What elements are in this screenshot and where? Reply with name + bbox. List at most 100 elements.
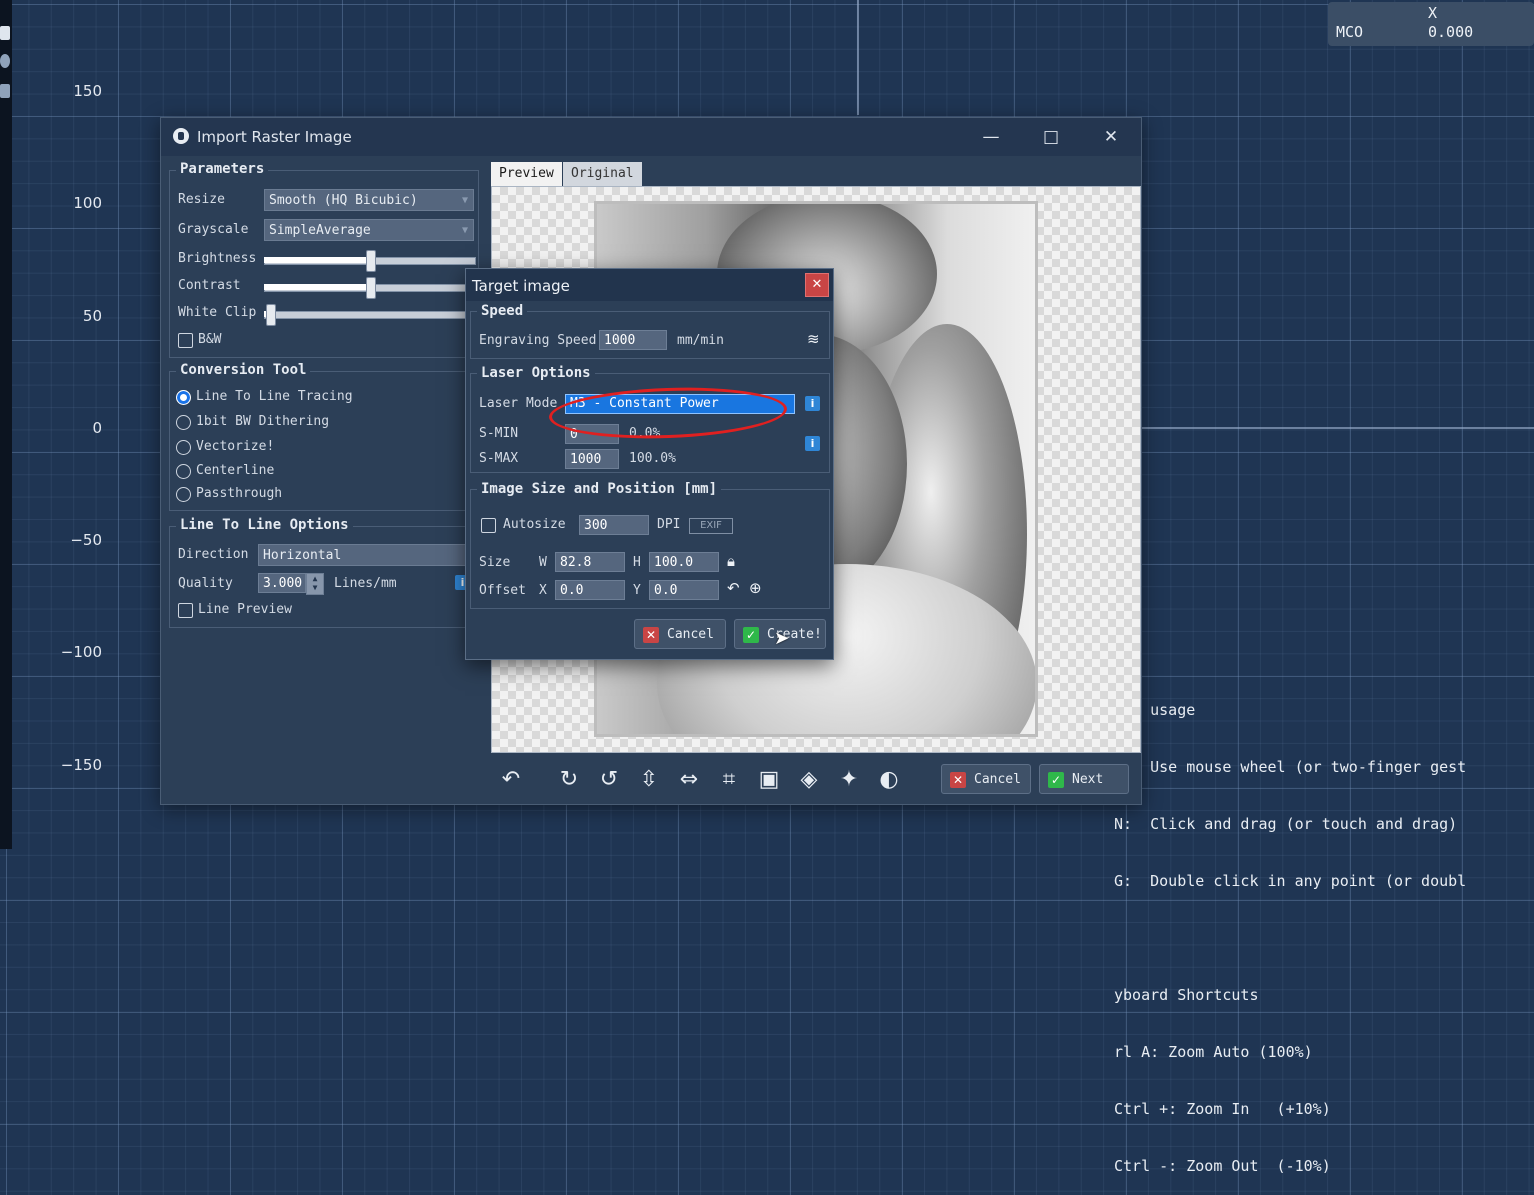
option-label: Line To Line Tracing [196, 389, 353, 404]
y-axis-label: −100 [60, 643, 102, 661]
radio-vectorize[interactable] [176, 440, 191, 455]
y-axis-label: 0 [92, 419, 102, 437]
dpi-input[interactable]: 300 [579, 515, 649, 535]
app-logo-icon [173, 128, 189, 144]
target-title: Target image [472, 277, 570, 295]
autosize-label: Autosize [503, 517, 566, 532]
database-icon[interactable]: ≋ [807, 330, 823, 348]
resize-select[interactable]: Smooth (HQ Bicubic) ▼ [264, 189, 474, 211]
resize-value: Smooth (HQ Bicubic) [269, 193, 418, 208]
smax-percent: 100.0% [629, 451, 676, 466]
bw-label: B&W [198, 332, 222, 347]
slider-fill [264, 284, 370, 290]
close-button[interactable]: ✕ [1095, 124, 1127, 150]
center-target-icon[interactable]: ⊕ [749, 579, 762, 597]
y-axis-label: −50 [70, 531, 102, 549]
quality-label: Quality [178, 576, 233, 591]
magic-wand-icon[interactable]: ✦ [835, 766, 863, 794]
target-titlebar[interactable]: Target image ✕ [466, 269, 833, 301]
radio-line-to-line[interactable] [176, 390, 191, 405]
check-icon: ✓ [743, 627, 759, 643]
y-axis-label: 100 [73, 194, 102, 212]
offset-y-input[interactable]: 0.0 [649, 580, 719, 600]
smax-input[interactable]: 1000 [565, 449, 619, 469]
bw-checkbox[interactable] [178, 333, 193, 348]
option-label: 1bit BW Dithering [196, 414, 330, 429]
grayscale-select[interactable]: SimpleAverage ▼ [264, 219, 474, 241]
help-line: sic usage [1114, 701, 1196, 719]
lock-icon[interactable]: 🔒︎ [727, 552, 735, 570]
white-clip-slider[interactable] [264, 304, 476, 326]
laser-options-title: Laser Options [477, 365, 595, 381]
cancel-label: Cancel [667, 627, 714, 642]
maximize-button[interactable]: □ [1035, 124, 1067, 150]
tool-icon[interactable] [0, 26, 10, 40]
help-line: yboard Shortcuts [1114, 986, 1259, 1004]
reset-offset-icon[interactable]: ↶ [727, 579, 740, 597]
radio-1bit-dithering[interactable] [176, 415, 191, 430]
close-button[interactable]: ✕ [805, 273, 829, 297]
parameters-group: Parameters Resize Smooth (HQ Bicubic) ▼ … [169, 161, 479, 358]
autosize-checkbox[interactable] [481, 518, 496, 533]
slider-track [264, 311, 476, 319]
quality-input[interactable]: 3.000 [258, 573, 306, 593]
radio-passthrough[interactable] [176, 487, 191, 502]
slider-thumb[interactable] [266, 304, 276, 326]
target-cancel-button[interactable]: ✕ Cancel [634, 619, 726, 649]
info-icon[interactable]: i [805, 436, 820, 451]
rotate-cw-icon[interactable]: ↻ [555, 766, 583, 794]
engraving-speed-input[interactable]: 1000 [599, 330, 667, 350]
cancel-icon: ✕ [643, 627, 659, 643]
conversion-tool-title: Conversion Tool [176, 362, 311, 378]
quality-spinner[interactable]: ▲ ▼ [306, 573, 324, 595]
info-icon[interactable]: i [805, 396, 820, 411]
speed-unit: mm/min [677, 333, 724, 348]
radio-centerline[interactable] [176, 464, 191, 479]
height-input[interactable]: 100.0 [649, 552, 719, 572]
tool-icon[interactable] [0, 84, 10, 98]
w-label: W [539, 555, 547, 570]
size-label: Size [479, 555, 511, 570]
slider-thumb[interactable] [366, 277, 376, 299]
slider-thumb[interactable] [366, 250, 376, 272]
line-preview-checkbox[interactable] [178, 603, 193, 618]
check-icon: ✓ [1048, 772, 1064, 788]
help-line: rl A: Zoom Auto (100%) [1114, 1043, 1313, 1061]
fill-icon[interactable]: ◈ [795, 766, 823, 794]
brightness-slider[interactable] [264, 250, 476, 272]
dialog-title: Import Raster Image [197, 128, 352, 146]
undo-icon[interactable]: ↶ [497, 766, 525, 794]
tab-original[interactable]: Original [563, 162, 642, 186]
rotate-ccw-icon[interactable]: ↺ [595, 766, 623, 794]
crop-icon[interactable]: ⌗ [715, 766, 743, 794]
width-input[interactable]: 82.8 [555, 552, 625, 572]
coord-label: MCO [1336, 23, 1364, 41]
exif-button[interactable]: EXIF [689, 518, 733, 534]
invert-icon[interactable]: ◐ [875, 766, 903, 794]
flip-horizontal-icon[interactable]: ⇔ [675, 766, 703, 794]
brightness-label: Brightness [178, 251, 257, 266]
dialog-titlebar[interactable]: Import Raster Image — □ ✕ [161, 118, 1141, 156]
cancel-button[interactable]: ✕ Cancel [941, 764, 1031, 794]
preview-tabs: Preview Original [491, 162, 691, 186]
chevron-down-icon: ▼ [461, 225, 468, 236]
origin-axis-horizontal [1135, 427, 1534, 429]
tab-preview[interactable]: Preview [491, 162, 562, 186]
minimize-button[interactable]: — [975, 124, 1007, 150]
help-line: G: Double click in any point (or doubl [1114, 872, 1467, 890]
help-line: Ctrl -: Zoom Out (-10%) [1114, 1157, 1331, 1175]
grayscale-value: SimpleAverage [269, 223, 371, 238]
offset-x-input[interactable]: 0.0 [555, 580, 625, 600]
flip-vertical-icon[interactable]: ⇳ [635, 766, 663, 794]
mouse-cursor-icon: ➤ [774, 628, 790, 649]
white-clip-label: White Clip [178, 305, 257, 320]
direction-select[interactable]: Horizontal [258, 544, 474, 566]
engraving-speed-label: Engraving Speed [479, 333, 597, 348]
line-options-group: Line To Line Options Direction Horizonta… [169, 517, 479, 628]
next-button[interactable]: ✓ Next [1039, 764, 1129, 794]
offset-label: Offset [479, 583, 526, 598]
direction-value: Horizontal [263, 548, 342, 563]
auto-crop-icon[interactable]: ▣ [755, 766, 783, 794]
contrast-slider[interactable] [264, 277, 476, 299]
tool-icon[interactable] [0, 54, 10, 68]
